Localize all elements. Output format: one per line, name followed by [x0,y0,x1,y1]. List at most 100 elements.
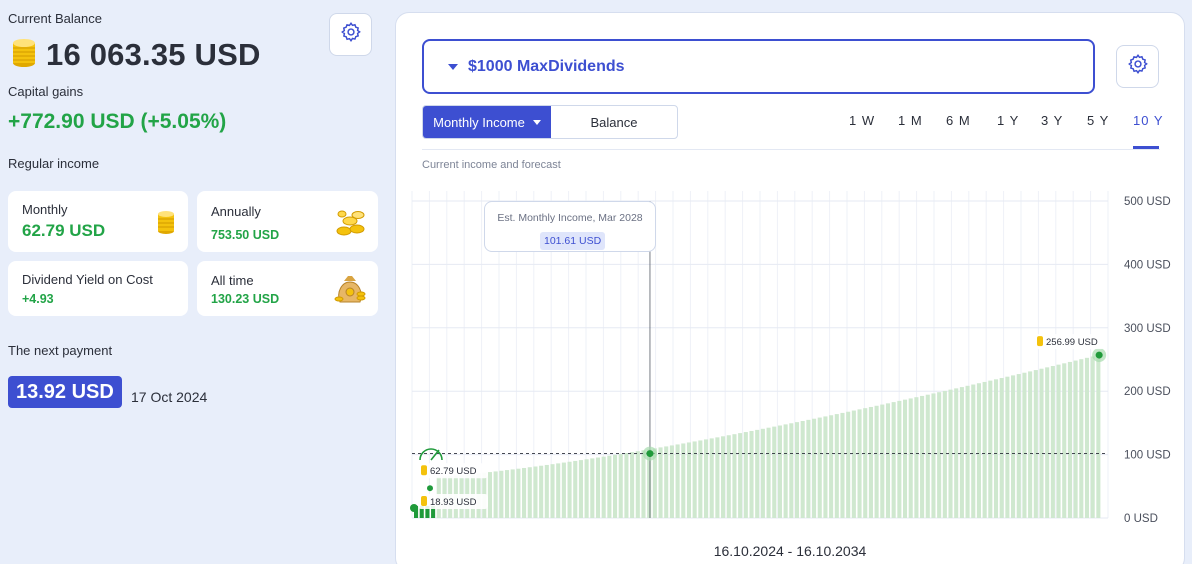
annually-label: Annually [211,204,261,219]
forecast-income-bar [635,451,640,518]
forecast-income-bar [914,397,919,518]
forecast-income-bar [1011,375,1016,518]
forecast-income-bar [993,379,999,518]
forecast-income-bar [539,465,544,518]
yield-label: Dividend Yield on Cost [22,272,153,287]
forecast-income-bar [755,429,760,518]
forecast-income-bar [573,460,578,518]
forecast-income-bar [812,418,817,518]
forecast-income-bar [863,408,868,518]
current-value-label: 62.79 USD [430,466,477,477]
y-tick-label: 0 USD [1124,513,1158,525]
money-bag-icon [334,272,366,309]
forecast-income-bar [908,398,913,518]
forecast-income-bar [487,472,493,518]
forecast-income-bar [959,387,964,518]
current-balance-value: 16 063.35 USD [46,36,261,72]
y-tick-label: 100 USD [1124,450,1171,462]
chart-tooltip: Est. Monthly Income, Mar 2028 101.61 USD [484,201,656,252]
forecast-income-bar [777,425,782,518]
forecast-income-bar [766,427,771,518]
forecast-income-bar [630,452,635,518]
end-point [1095,351,1103,359]
forecast-income-bar [527,467,532,518]
forecast-income-bar [971,384,976,518]
coin-icon [421,495,427,506]
forecast-income-bar [976,383,981,518]
alltime-value: 130.23 USD [211,292,280,306]
forecast-income-bar [550,464,555,518]
forecast-income-bar [607,455,612,518]
portfolio-summary-panel: Current Balance 16 063.35 USD Capital ga… [0,0,390,564]
y-tick-label: 500 USD [1124,196,1171,208]
forecast-income-bar [851,410,856,518]
y-tick-label: 400 USD [1124,259,1171,271]
forecast-income-bar [942,390,947,518]
forecast-income-bar [703,439,709,518]
forecast-income-bar [1079,359,1084,518]
balance-row: 16 063.35 USD [10,36,261,73]
actual-start-point [410,504,418,512]
forecast-income-bar [584,459,589,518]
forecast-income-bar [493,471,498,518]
forecast-income-bar [516,468,521,518]
monthly-value: 62.79 USD [22,221,106,240]
forecast-income-bar [925,394,930,518]
forecast-income-bar [834,414,839,518]
forecast-income-bar [709,438,714,518]
y-tick-label: 200 USD [1124,386,1171,398]
coin-icon [421,465,427,476]
forecast-income-bar [885,403,891,518]
forecast-income-bar [658,447,663,518]
forecast-income-bar [561,462,566,518]
forecast-income-bar [624,453,629,518]
forecast-income-bar [641,450,646,518]
annual-income-card: Annually 753.50 USD [197,191,378,252]
regular-income-label: Regular income [8,156,100,171]
forecast-income-bar [1056,364,1061,518]
forecast-income-bar [902,399,908,518]
forecast-income-bar [618,453,623,518]
gear-icon [340,21,362,48]
tooltip-value: 101.61 USD [540,232,606,250]
forecast-income-bar [681,443,686,518]
capital-gains-value: +772.90 USD (+5.05%) [8,110,227,133]
forecast-income-bar [1050,366,1055,518]
income-forecast-chart: 500 USD 400 USD 300 USD 200 USD 100 USD 0 USD… [410,191,1171,525]
forecast-income-bar [1016,374,1021,518]
forecast-income-bar [1096,355,1101,518]
forecast-income-bar [533,466,538,518]
forecast-income-bar [721,436,726,518]
forecast-income-bar [948,389,953,518]
forecast-income-bar [857,409,862,518]
forecast-income-bar [556,463,561,518]
forecast-income-bar [743,432,748,518]
forecast-income-bar [868,406,873,518]
forecast-income-bar [817,417,822,518]
forecast-income-bar [1045,367,1050,518]
forecast-income-bar [880,404,885,518]
coins-pile-icon [336,209,366,242]
coin-icon [1037,336,1043,347]
forecast-income-bar [578,460,583,518]
forecast-income-bar [1039,368,1044,518]
forecast-income-bar [1062,363,1067,518]
forecast-income-bar [675,444,680,518]
forecast-income-bar [982,381,987,518]
forecast-income-bar [965,385,970,518]
forecast-income-bar [1073,360,1078,518]
forecast-income-bar [874,405,879,518]
forecast-income-bar [1033,370,1038,518]
chart-date-range: 16.10.2024 - 16.10.2034 [713,543,867,559]
forecast-income-bar [829,415,834,518]
yield-value: +4.93 [22,292,54,306]
summary-settings-button[interactable] [329,13,372,56]
forecast-income-bar [772,426,777,518]
forecast-income-bar [937,392,942,518]
forecast-income-bar [726,435,731,518]
forecast-income-bar [504,470,510,518]
forecast-income-bar [590,458,595,518]
forecast-income-bar [698,440,703,518]
income-chart-panel: $1000 MaxDividends Monthly Income Balanc… [395,12,1185,564]
forecast-income-bar [988,380,993,518]
